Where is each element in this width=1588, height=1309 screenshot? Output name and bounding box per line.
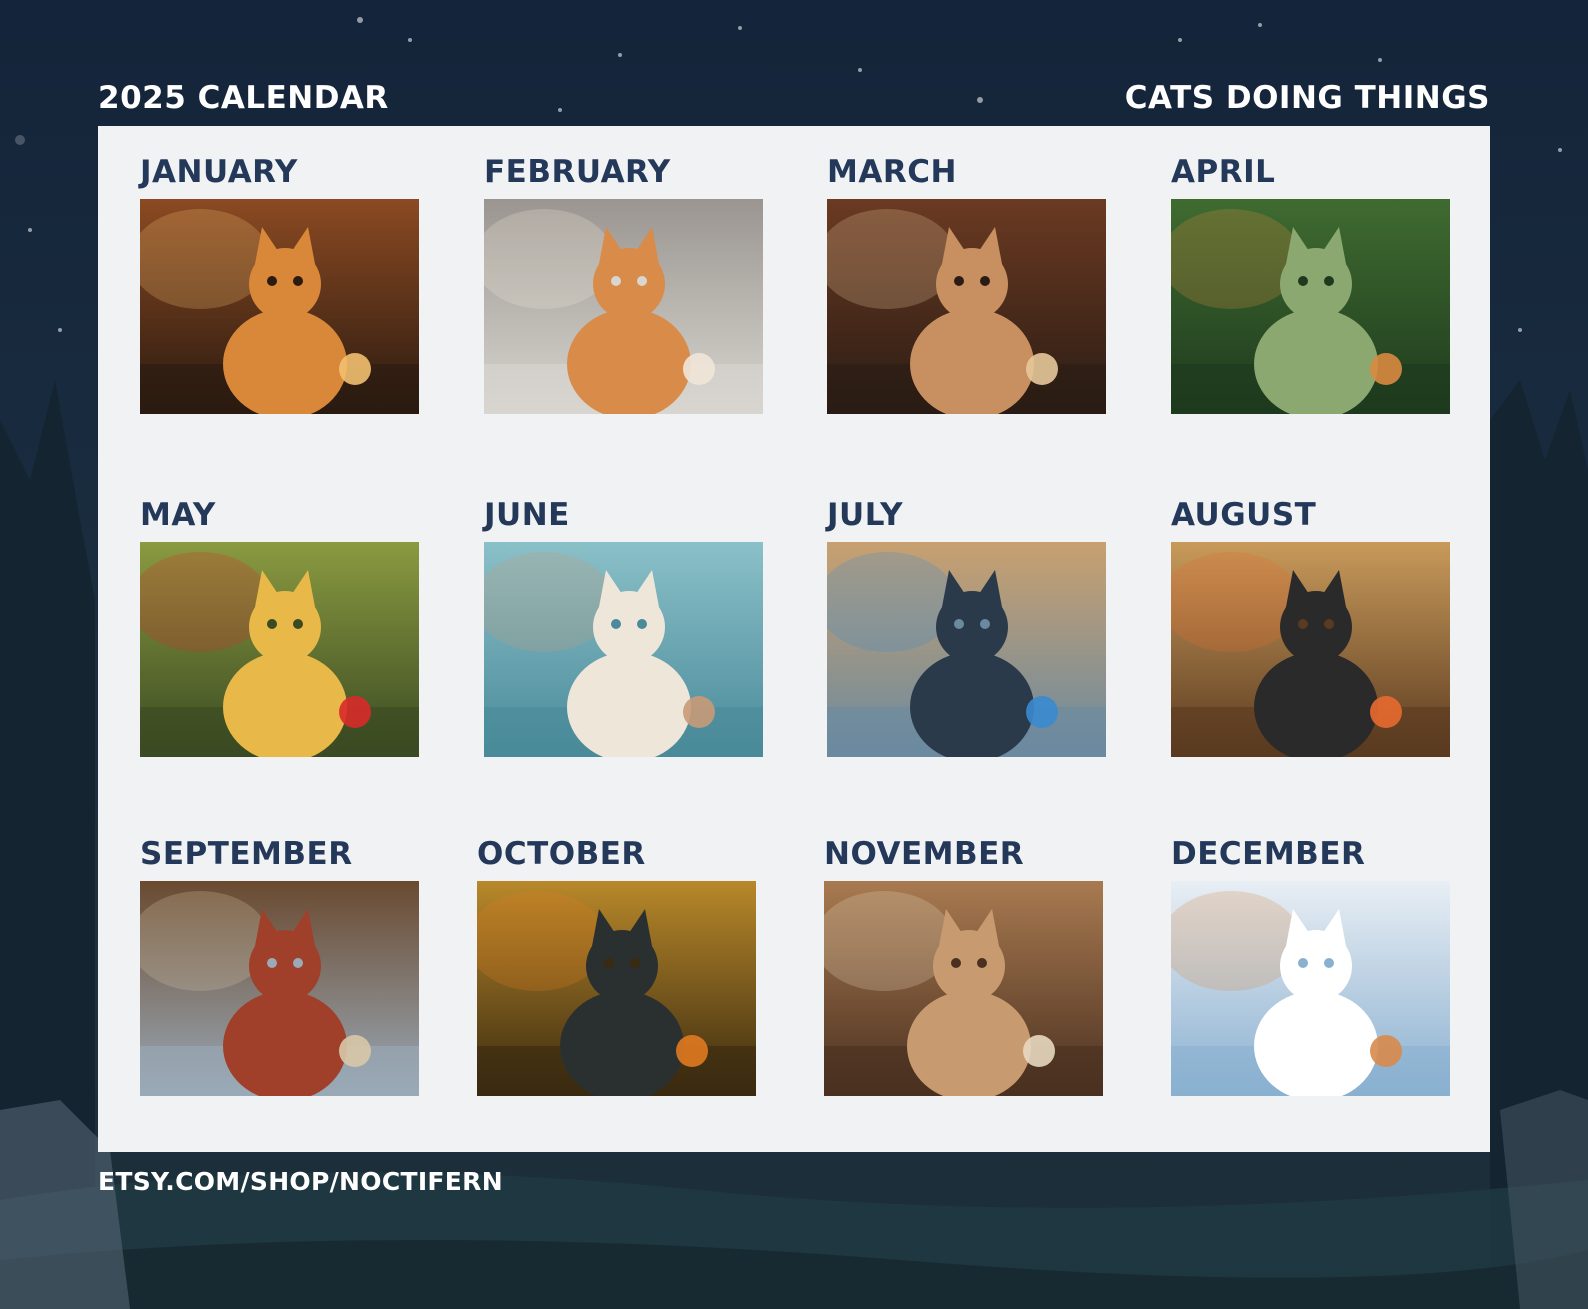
month-label: AUGUST [1171, 497, 1317, 533]
month-label: JULY [827, 497, 904, 533]
month-photo [1171, 881, 1450, 1096]
month-photo [1171, 199, 1450, 414]
month-photo [827, 542, 1106, 757]
month-label: APRIL [1171, 154, 1276, 190]
month-photo [477, 881, 756, 1096]
month-label: FEBRUARY [484, 154, 671, 190]
month-photo [1171, 542, 1450, 757]
month-photo [824, 881, 1103, 1096]
month-label: DECEMBER [1171, 836, 1366, 872]
month-label: JUNE [484, 497, 570, 533]
shop-link[interactable]: ETSY.COM/SHOP/NOCTIFERN [98, 1165, 503, 1199]
calendar-theme-title: CATS DOING THINGS [1124, 80, 1490, 116]
month-photo [484, 542, 763, 757]
month-photo [484, 199, 763, 414]
month-label: MARCH [827, 154, 957, 190]
calendar-panel: JANUARY FEBRUARY MARCH APRIL MAY JUNE JU… [98, 126, 1490, 1152]
month-label: OCTOBER [477, 836, 646, 872]
month-label: MAY [140, 497, 216, 533]
month-photo [827, 199, 1106, 414]
month-label: SEPTEMBER [140, 836, 353, 872]
month-photo [140, 542, 419, 757]
month-photo [140, 881, 419, 1096]
calendar-year-title: 2025 CALENDAR [98, 80, 389, 116]
month-label: JANUARY [140, 154, 298, 190]
month-label: NOVEMBER [824, 836, 1025, 872]
month-photo [140, 199, 419, 414]
